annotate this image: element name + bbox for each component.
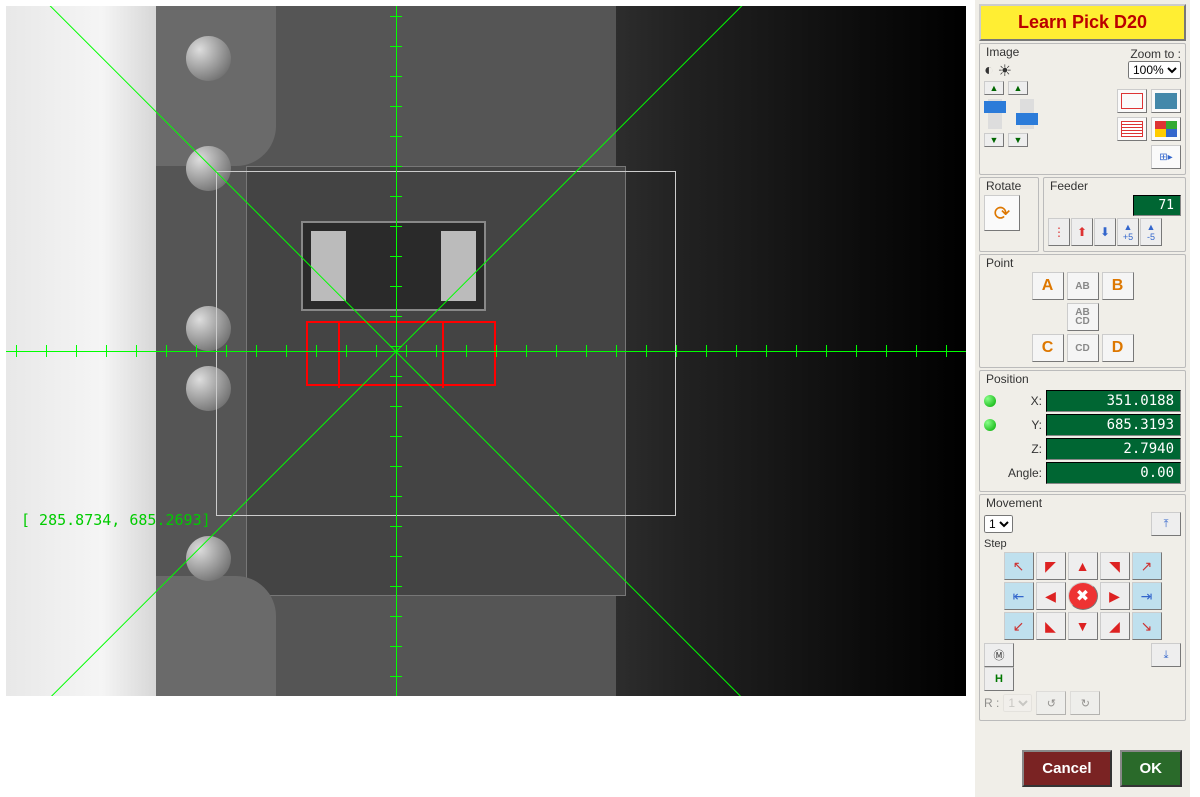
- position-row: Y: 685.3193: [984, 414, 1181, 436]
- contrast-up-button[interactable]: [984, 81, 1004, 95]
- step-nw-button[interactable]: ◤: [1036, 552, 1066, 580]
- screw-icon: [186, 536, 231, 581]
- step-ne-far-button[interactable]: ↗: [1132, 552, 1162, 580]
- point-c-button[interactable]: C: [1032, 334, 1064, 362]
- movement-dpad: ↖ ◤ ▲ ◥ ↗ ⇤ ◀ ✖ ▶ ⇥ ↙ ◣ ▼ ◢ ↘: [984, 552, 1181, 640]
- step-n-button[interactable]: ▲: [1068, 552, 1098, 580]
- r-cw-button: ↻: [1070, 691, 1100, 715]
- control-panel: Learn Pick D20 Image ◐ ☀: [975, 0, 1190, 797]
- ruler-horizontal: [6, 345, 966, 357]
- point-a-button[interactable]: A: [1032, 272, 1064, 300]
- speed-select[interactable]: 12345: [984, 515, 1013, 533]
- rotate-label: Rotate: [984, 179, 1023, 193]
- jog-top-button[interactable]: ⤒: [1151, 512, 1181, 536]
- r-ccw-button: ↺: [1036, 691, 1066, 715]
- camera-viewport[interactable]: [ 285.8734, 685.2693]: [6, 6, 966, 696]
- movement-group: Movement 12345 ⤒ Step ↖ ◤ ▲ ◥ ↗ ⇤ ◀ ✖ ▶ …: [979, 494, 1186, 721]
- feeder-minus5-button[interactable]: ▲-5: [1140, 218, 1162, 246]
- step-w-far-button[interactable]: ⇤: [1004, 582, 1034, 610]
- position-axis-label: Angle:: [1000, 466, 1042, 480]
- step-ne-button[interactable]: ◥: [1100, 552, 1130, 580]
- step-w-button[interactable]: ◀: [1036, 582, 1066, 610]
- view-board-button[interactable]: [1117, 117, 1147, 141]
- step-se-far-button[interactable]: ↘: [1132, 612, 1162, 640]
- view-ic-button[interactable]: [1117, 89, 1147, 113]
- cursor-coordinates: [ 285.8734, 685.2693]: [21, 511, 211, 529]
- brightness-down-button[interactable]: [1008, 133, 1028, 147]
- point-b-button[interactable]: B: [1102, 272, 1134, 300]
- step-label: Step: [984, 538, 1181, 550]
- view-layers-button[interactable]: ⊞▸: [1151, 145, 1181, 169]
- jog-bottom-button[interactable]: ⤓: [1151, 643, 1181, 667]
- step-sw-far-button[interactable]: ↙: [1004, 612, 1034, 640]
- position-row: X: 351.0188: [984, 390, 1181, 412]
- position-row: Z: 2.7940: [984, 438, 1181, 460]
- point-ab-button[interactable]: AB: [1067, 272, 1099, 300]
- led-icon: [984, 395, 996, 407]
- brightness-icon: ☀: [998, 61, 1012, 81]
- led-icon: [984, 419, 996, 431]
- position-row: Angle: 0.00: [984, 462, 1181, 484]
- zoom-select[interactable]: 50%75%100%150%200%: [1128, 61, 1181, 79]
- position-axis-label: Y:: [1000, 418, 1042, 432]
- position-value: 685.3193: [1046, 414, 1181, 436]
- feeder-down-button[interactable]: ⬇: [1094, 218, 1116, 246]
- step-se-button[interactable]: ◢: [1100, 612, 1130, 640]
- position-group: Position X:351.0188Y:685.3193Z:2.7940Ang…: [979, 370, 1186, 492]
- image-label: Image: [984, 45, 1021, 59]
- part-arm-bottom: [156, 576, 276, 696]
- contrast-down-button[interactable]: [984, 133, 1004, 147]
- step-sw-button[interactable]: ◣: [1036, 612, 1066, 640]
- position-value: 0.00: [1046, 462, 1181, 484]
- image-group: Image ◐ ☀ Zoom to :: [979, 43, 1186, 175]
- rotate-group: Rotate ⟳: [979, 177, 1039, 252]
- cancel-button[interactable]: Cancel: [1022, 750, 1111, 787]
- point-cd-button[interactable]: CD: [1067, 334, 1099, 362]
- mark-button[interactable]: Ⓜ: [984, 643, 1014, 667]
- step-e-button[interactable]: ▶: [1100, 582, 1130, 610]
- step-e-far-button[interactable]: ⇥: [1132, 582, 1162, 610]
- screw-icon: [186, 36, 231, 81]
- viewport-container: [ 285.8734, 685.2693]: [0, 0, 975, 750]
- point-label: Point: [984, 256, 1015, 270]
- feeder-up-button[interactable]: ⬆: [1071, 218, 1093, 246]
- point-group: Point A AB B AB CD C CD D: [979, 254, 1186, 368]
- feeder-group: Feeder 71 ⋮ ⬆ ⬇ ▲+5 ▲-5: [1043, 177, 1186, 252]
- feeder-menu-button[interactable]: ⋮: [1048, 218, 1070, 246]
- position-axis-label: X:: [1000, 394, 1042, 408]
- feeder-value: 71: [1133, 195, 1181, 216]
- home-button[interactable]: H: [984, 667, 1014, 691]
- r-select: 1: [1003, 694, 1032, 712]
- rotate-button[interactable]: ⟳: [984, 195, 1020, 231]
- step-s-button[interactable]: ▼: [1068, 612, 1098, 640]
- panel-title: Learn Pick D20: [979, 4, 1186, 41]
- position-value: 2.7940: [1046, 438, 1181, 460]
- ok-button[interactable]: OK: [1120, 750, 1183, 787]
- ruler-vertical: [390, 6, 402, 696]
- point-d-button[interactable]: D: [1102, 334, 1134, 362]
- zoom-label: Zoom to :: [1117, 47, 1181, 61]
- position-label: Position: [984, 372, 1031, 386]
- feeder-label: Feeder: [1048, 179, 1090, 193]
- part-arm-top: [156, 6, 276, 166]
- view-palette-button[interactable]: [1151, 117, 1181, 141]
- r-label: R :: [984, 696, 999, 710]
- position-axis-label: Z:: [1000, 442, 1042, 456]
- movement-label: Movement: [984, 496, 1044, 510]
- brightness-up-button[interactable]: [1008, 81, 1028, 95]
- step-nw-far-button[interactable]: ↖: [1004, 552, 1034, 580]
- position-value: 351.0188: [1046, 390, 1181, 412]
- point-abcd-button[interactable]: AB CD: [1067, 303, 1099, 331]
- contrast-icon: ◐: [984, 62, 994, 80]
- contrast-slider[interactable]: [988, 99, 1002, 129]
- step-stop-button[interactable]: ✖: [1068, 582, 1098, 610]
- feeder-plus5-button[interactable]: ▲+5: [1117, 218, 1139, 246]
- brightness-slider[interactable]: [1020, 99, 1034, 129]
- view-grid-button[interactable]: [1151, 89, 1181, 113]
